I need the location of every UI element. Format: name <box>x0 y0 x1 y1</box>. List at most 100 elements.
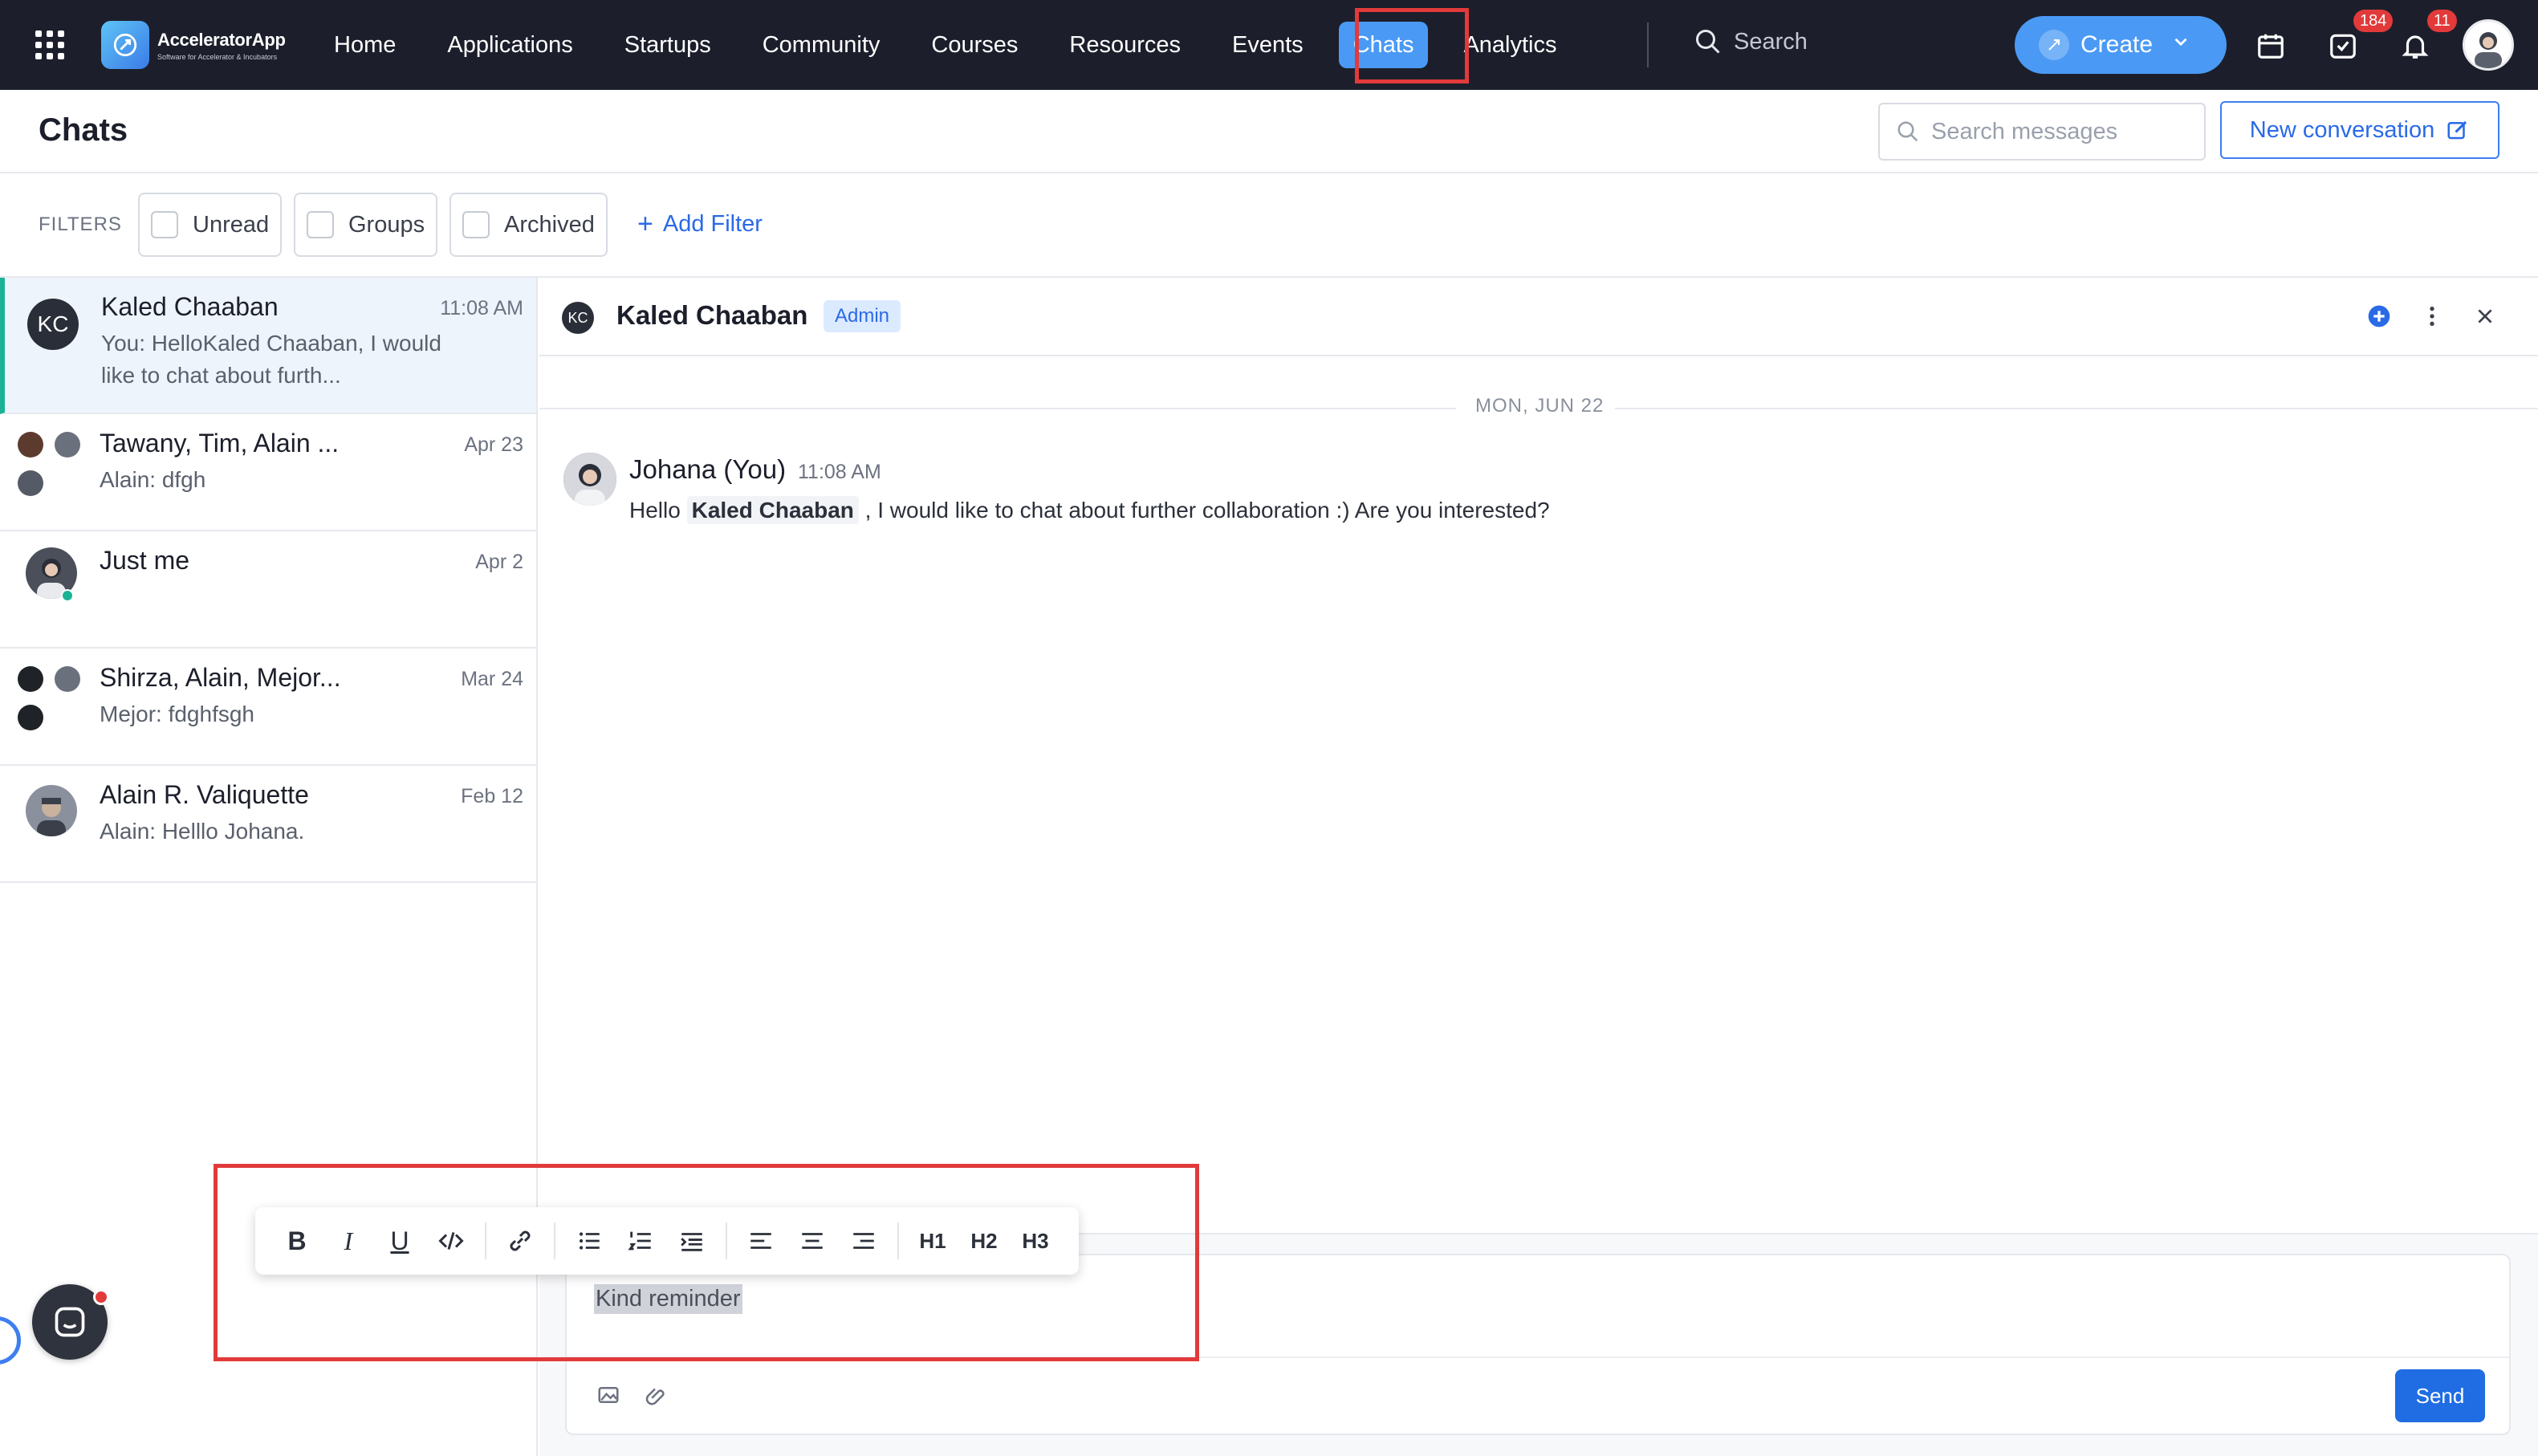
conversation-name: Tawany, Tim, Alain ... <box>100 429 340 458</box>
avatar <box>18 432 43 458</box>
filter-archived[interactable]: Archived <box>449 193 608 257</box>
create-button[interactable]: Create <box>2015 16 2227 74</box>
nav-home[interactable]: Home <box>308 21 421 69</box>
attachment-icon[interactable] <box>641 1381 669 1409</box>
filter-groups-label: Groups <box>348 211 425 238</box>
avatar: KC <box>562 302 594 334</box>
notifications-badge: 11 <box>2427 10 2457 32</box>
top-navbar: AcceleratorApp Software for Accelerator … <box>0 0 2538 90</box>
conversation-time: Apr 23 <box>464 433 523 456</box>
conversation-name: Kaled Chaaban <box>101 292 279 321</box>
nav-events[interactable]: Events <box>1206 21 1329 69</box>
conversation-item[interactable]: Just me Apr 2 <box>0 531 536 649</box>
user-avatar[interactable] <box>2463 19 2514 71</box>
conversation-preview: You: HelloKaled Chaaban, I would like to… <box>101 331 441 388</box>
format-toolbar-highlight-box <box>214 1164 1199 1361</box>
rocket-logo-icon <box>101 21 149 69</box>
rocket-icon <box>2039 30 2069 60</box>
conversation-time: 11:08 AM <box>440 297 523 319</box>
notification-dot-icon <box>93 1289 109 1305</box>
checkbox[interactable] <box>151 211 178 238</box>
page-header: Chats New conversation <box>0 90 2538 173</box>
conversation-preview: Alain: dfgh <box>100 467 206 492</box>
add-filter-label: Add Filter <box>662 211 763 237</box>
search-icon <box>1897 121 1918 142</box>
conversation-preview: Alain: Helllo Johana. <box>100 819 305 844</box>
avatar <box>18 705 43 730</box>
conversation-name: Just me <box>100 546 190 575</box>
conversation-item[interactable]: Shirza, Alain, Mejor... Mar 24 Mejor: fd… <box>0 649 536 766</box>
conversation-name: Shirza, Alain, Mejor... <box>100 663 341 692</box>
filter-archived-label: Archived <box>504 211 595 238</box>
avatar <box>563 453 616 506</box>
add-participant-icon[interactable] <box>2363 300 2395 332</box>
nav-applications[interactable]: Applications <box>421 21 598 69</box>
conversation-time: Feb 12 <box>461 785 523 807</box>
chat-bubble-icon <box>55 1307 85 1337</box>
tasks-badge: 184 <box>2353 10 2394 32</box>
conversation-item[interactable]: Alain R. Valiquette Feb 12 Alain: Helllo… <box>0 766 536 883</box>
conversation-time: Apr 2 <box>475 551 523 573</box>
calendar-icon[interactable] <box>2252 27 2289 64</box>
avatar <box>26 785 77 836</box>
send-button[interactable]: Send <box>2395 1369 2485 1422</box>
add-filter-button[interactable]: + Add Filter <box>637 209 763 240</box>
message-text-start: Hello <box>629 498 687 523</box>
nav-divider <box>1647 22 1649 67</box>
message-text-end: , I would like to chat about further col… <box>858 498 1550 523</box>
search-icon <box>1696 30 1720 54</box>
bell-icon[interactable] <box>2397 27 2434 64</box>
nav-courses[interactable]: Courses <box>905 21 1043 69</box>
conversation-name: Alain R. Valiquette <box>100 780 309 809</box>
user-mention[interactable]: Kaled Chaaban <box>686 496 859 524</box>
brand-logo[interactable]: AcceleratorApp Software for Accelerator … <box>101 21 286 69</box>
plus-icon: + <box>637 209 653 239</box>
chevron-down-icon <box>2170 31 2191 59</box>
page-title: Chats <box>39 112 128 148</box>
conversation-item[interactable]: KC Kaled Chaaban 11:08 AM You: HelloKale… <box>0 278 536 414</box>
brand-name: AcceleratorApp <box>157 29 286 50</box>
search-messages-input[interactable] <box>1931 118 2188 145</box>
new-conversation-button[interactable]: New conversation <box>2220 101 2499 159</box>
brand-tagline: Software for Accelerator & Incubators <box>157 52 278 61</box>
checkbox[interactable] <box>462 211 490 238</box>
filter-unread[interactable]: Unread <box>138 193 283 257</box>
filters-label: FILTERS <box>39 214 122 235</box>
search-messages-field[interactable] <box>1878 103 2206 161</box>
image-upload-icon[interactable] <box>594 1381 623 1409</box>
new-conversation-label: New conversation <box>2249 116 2435 143</box>
avatar <box>55 432 80 458</box>
conversation-time: Mar 24 <box>461 668 523 690</box>
admin-badge: Admin <box>824 300 901 332</box>
create-label: Create <box>2080 31 2154 58</box>
filter-groups[interactable]: Groups <box>294 193 438 257</box>
online-status-icon <box>61 589 74 602</box>
message-text: Hello Kaled Chaaban , I would like to ch… <box>629 496 1550 524</box>
apps-grid-icon[interactable] <box>35 31 64 59</box>
filter-unread-label: Unread <box>193 211 270 238</box>
avatar <box>18 666 43 692</box>
avatar <box>18 470 43 496</box>
conversation-preview: Mejor: fdghfsgh <box>100 702 254 726</box>
global-search-placeholder: Search <box>1734 28 1808 55</box>
chat-header: KC Kaled Chaaban Admin <box>539 278 2538 356</box>
message-time: 11:08 AM <box>798 461 881 483</box>
filters-bar: FILTERS Unread Groups Archived + Add Fil… <box>0 173 2538 278</box>
chat-contact-name: Kaled Chaaban <box>616 300 808 330</box>
nav-chats-highlight-box <box>1355 8 1469 83</box>
close-icon[interactable] <box>2469 300 2501 332</box>
checkbox[interactable] <box>307 211 334 238</box>
nav-resources[interactable]: Resources <box>1043 21 1206 69</box>
date-separator: MON, JUN 22 <box>539 392 2538 424</box>
conversation-item[interactable]: Tawany, Tim, Alain ... Apr 23 Alain: dfg… <box>0 414 536 531</box>
nav-community[interactable]: Community <box>737 21 906 69</box>
date-separator-label: MON, JUN 22 <box>1475 395 1605 417</box>
message-author: Johana (You) <box>629 454 787 484</box>
avatar <box>55 666 80 692</box>
nav-startups[interactable]: Startups <box>599 21 737 69</box>
avatar: KC <box>27 299 79 350</box>
global-search[interactable]: Search <box>1694 27 1808 56</box>
edit-icon <box>2447 120 2467 140</box>
tasks-icon[interactable] <box>2324 27 2361 64</box>
more-options-icon[interactable] <box>2416 300 2448 332</box>
